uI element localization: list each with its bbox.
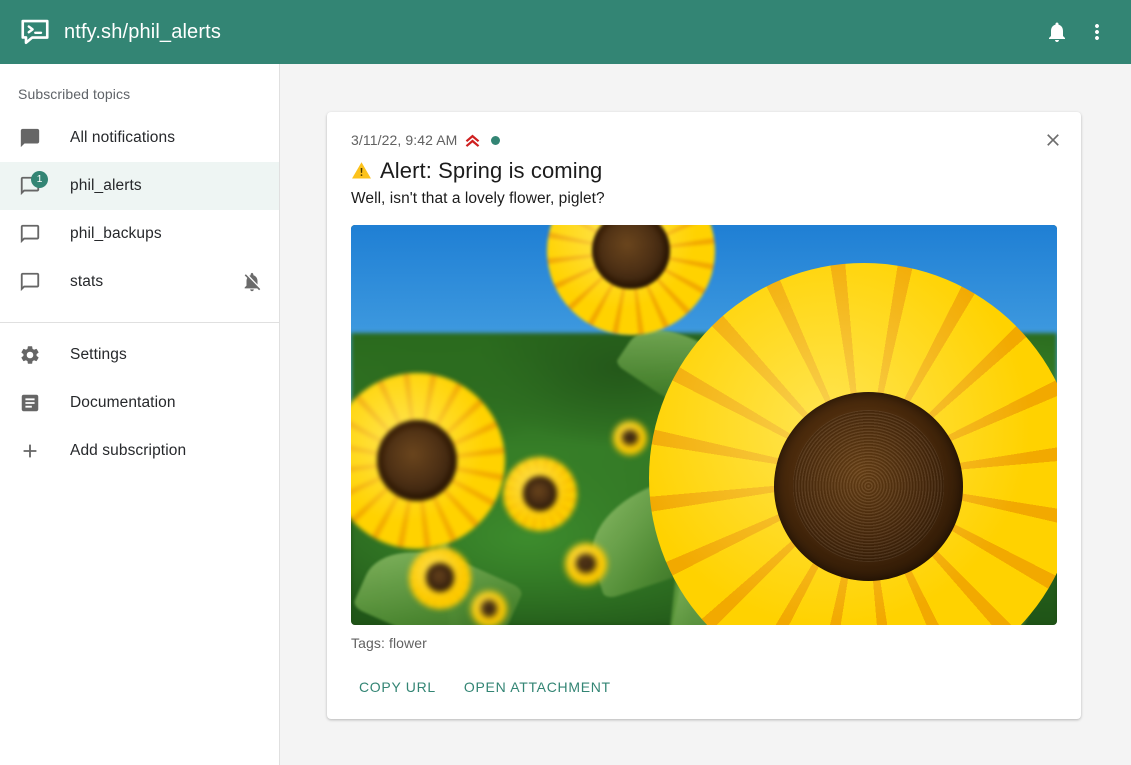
sidebar-item-label: Settings xyxy=(70,346,127,364)
subscribed-topics-list: All notifications 1 phil_alerts phil_b xyxy=(0,114,279,306)
notification-title-row: Alert: Spring is coming xyxy=(351,157,1057,185)
unread-count-badge: 1 xyxy=(31,171,48,188)
open-attachment-button[interactable]: OPEN ATTACHMENT xyxy=(456,673,619,701)
attachment-image[interactable] xyxy=(351,225,1057,625)
sidebar-item-add-subscription[interactable]: Add subscription xyxy=(0,427,279,475)
sidebar-item-phil-backups[interactable]: phil_backups xyxy=(0,210,279,258)
sidebar-item-label: phil_backups xyxy=(70,225,162,243)
sidebar-item-phil-alerts[interactable]: 1 phil_alerts xyxy=(0,162,279,210)
more-vert-icon[interactable] xyxy=(1077,12,1117,52)
sidebar-item-documentation[interactable]: Documentation xyxy=(0,379,279,427)
sidebar-item-label: stats xyxy=(70,273,103,291)
sunflower-shape xyxy=(613,421,647,455)
notification-actions: COPY URL OPEN ATTACHMENT xyxy=(351,673,1057,707)
sidebar-item-label: Add subscription xyxy=(70,442,186,460)
sidebar-item-all-notifications[interactable]: All notifications xyxy=(0,114,279,162)
sidebar-actions-list: Settings Documentation Add subscription xyxy=(0,331,279,475)
close-icon[interactable] xyxy=(1035,122,1071,158)
sidebar-caption: Subscribed topics xyxy=(0,64,279,114)
copy-url-button[interactable]: COPY URL xyxy=(351,673,444,701)
app-root: ntfy.sh/phil_alerts Subscribed topics Al xyxy=(0,0,1131,765)
page-title: ntfy.sh/phil_alerts xyxy=(64,21,221,44)
sunflower-shape xyxy=(409,547,471,609)
main-content: 3/11/22, 9:42 AM Alert: Spring is coming… xyxy=(280,64,1131,765)
sidebar-item-stats[interactable]: stats xyxy=(0,258,279,306)
app-header: ntfy.sh/phil_alerts xyxy=(0,0,1131,64)
sidebar-item-settings[interactable]: Settings xyxy=(0,331,279,379)
sidebar-item-label: Documentation xyxy=(70,394,176,412)
warning-triangle-icon xyxy=(351,160,372,181)
priority-high-chevrons-icon xyxy=(463,131,482,150)
plus-icon xyxy=(18,439,42,463)
sidebar-item-label: phil_alerts xyxy=(70,177,142,195)
notification-tags: Tags: flower xyxy=(351,635,1057,651)
chat-bubble-outline-icon xyxy=(18,222,42,246)
bell-icon[interactable] xyxy=(1037,12,1077,52)
notification-meta: 3/11/22, 9:42 AM xyxy=(351,130,1057,150)
notifications-off-icon[interactable] xyxy=(241,271,263,293)
notification-card: 3/11/22, 9:42 AM Alert: Spring is coming… xyxy=(327,112,1081,719)
terminal-console-icon xyxy=(20,17,50,47)
chat-bubble-filled-icon xyxy=(18,126,42,150)
sidebar-item-label: All notifications xyxy=(70,129,175,147)
notification-message: Well, isn't that a lovely flower, piglet… xyxy=(351,190,1057,208)
unread-status-dot xyxy=(491,136,500,145)
notification-title: Alert: Spring is coming xyxy=(380,157,602,185)
sunflower-shape xyxy=(503,457,577,531)
chat-bubble-outline-icon: 1 xyxy=(18,174,42,198)
chat-bubble-outline-icon xyxy=(18,270,42,294)
sunflower-shape xyxy=(471,591,507,625)
gear-icon xyxy=(18,343,42,367)
notification-timestamp: 3/11/22, 9:42 AM xyxy=(351,132,457,148)
sunflower-shape xyxy=(565,543,607,585)
sidebar: Subscribed topics All notifications 1 p xyxy=(0,64,280,765)
article-icon xyxy=(18,391,42,415)
sidebar-divider xyxy=(0,322,279,323)
